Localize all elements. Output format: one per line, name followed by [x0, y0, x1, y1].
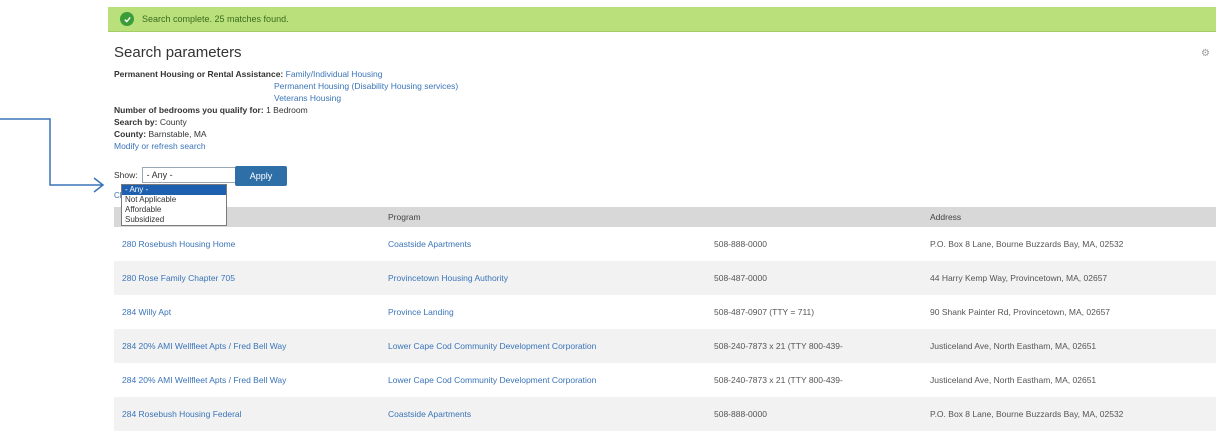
dropdown-option[interactable]: Subsidized	[122, 215, 226, 225]
table-row: 284 Rosebush Housing Federal Coastside A…	[114, 397, 1216, 431]
banner-message: Search complete. 25 matches found.	[142, 14, 289, 24]
cell-program-link[interactable]: Lower Cape Cod Community Development Cor…	[380, 329, 706, 363]
check-circle-icon	[120, 12, 134, 26]
table-row: 284 20% AMI Wellfleet Apts / Fred Bell W…	[114, 329, 1216, 363]
cell-address: 44 Harry Kemp Way, Provincetown, MA, 026…	[922, 261, 1216, 295]
cell-name-link[interactable]: 284 20% AMI Wellfleet Apts / Fred Bell W…	[114, 329, 380, 363]
results-table: Name Program Address 280 Rosebush Housin…	[114, 207, 1216, 431]
table-row: 284 20% AMI Wellfleet Apts / Fred Bell W…	[114, 363, 1216, 397]
settings-icon[interactable]: ⚙	[1201, 48, 1210, 59]
apply-button[interactable]: Apply	[235, 166, 287, 186]
table-header-row: Name Program Address	[114, 207, 1216, 227]
show-dropdown-list: - Any - Not Applicable Affordable Subsid…	[121, 184, 227, 226]
searchby-label: Search by:	[114, 117, 158, 127]
cell-phone: 508-487-0907 (TTY = 711)	[714, 307, 815, 317]
cell-name-link[interactable]: 284 Rosebush Housing Federal	[114, 397, 380, 431]
cell-phone: 508-487-0000	[706, 261, 922, 295]
cell-name-link[interactable]: 280 Rosebush Housing Home	[114, 227, 380, 261]
cell-name-link[interactable]: 280 Rose Family Chapter 705	[114, 261, 380, 295]
dropdown-option[interactable]: - Any -	[122, 185, 226, 195]
show-label: Show:	[114, 170, 138, 180]
show-filter: Show: - Any - ▼	[114, 167, 252, 183]
housing-value-link[interactable]: Permanent Housing (Disability Housing se…	[114, 80, 458, 92]
cell-phone: 508-240-7873 x 21 (TTY 800-439-	[706, 329, 922, 363]
cell-program-link[interactable]: Coastside Apartments	[380, 397, 706, 431]
cell-address: Justiceland Ave, North Eastham, MA, 0265…	[930, 375, 1097, 385]
county-value: Barnstable, MA	[148, 129, 207, 139]
page-title: Search parameters	[114, 44, 242, 61]
modify-search-link[interactable]: Modify or refresh search	[114, 141, 206, 151]
table-row: 284 Willy Apt Province Landing 508-487-0…	[114, 295, 1216, 329]
housing-value-link[interactable]: Veterans Housing	[114, 92, 458, 104]
table-row: 280 Rosebush Housing Home Coastside Apar…	[114, 227, 1216, 261]
search-parameters: Permanent Housing or Rental Assistance: …	[114, 68, 458, 152]
column-header-phone	[706, 207, 922, 227]
dropdown-option[interactable]: Not Applicable	[122, 195, 226, 205]
column-header-address[interactable]: Address	[922, 207, 1216, 227]
cell-phone: 508-888-0000	[706, 397, 922, 431]
bedrooms-value: 1 Bedroom	[266, 105, 308, 115]
cell-address: P.O. Box 8 Lane, Bourne Buzzards Bay, MA…	[922, 397, 1216, 431]
cell-name-link[interactable]: 284 20% AMI Wellfleet Apts / Fred Bell W…	[114, 363, 380, 397]
cell-program-link[interactable]: Coastside Apartments	[380, 227, 706, 261]
cell-program-link[interactable]: Lower Cape Cod Community Development Cor…	[380, 363, 706, 397]
cell-address: Justiceland Ave, North Eastham, MA, 0265…	[922, 329, 1216, 363]
cell-phone: 508-240-7873 x 21 (TTY 800-439-	[714, 375, 843, 385]
bedrooms-label: Number of bedrooms you qualify for:	[114, 105, 264, 115]
housing-value-link[interactable]: Family/Individual Housing	[286, 69, 383, 79]
table-row: 280 Rose Family Chapter 705 Provincetown…	[114, 261, 1216, 295]
cell-address: P.O. Box 8 Lane, Bourne Buzzards Bay, MA…	[930, 239, 1124, 249]
cell-program-link[interactable]: Province Landing	[380, 295, 706, 329]
column-header-program[interactable]: Program	[380, 207, 706, 227]
cell-program-link[interactable]: Provincetown Housing Authority	[380, 261, 706, 295]
county-label: County:	[114, 129, 147, 139]
cell-phone: 508-888-0000	[714, 239, 767, 249]
cell-address: 90 Shank Painter Rd, Provincetown, MA, 0…	[930, 307, 1111, 317]
searchby-value: County	[159, 117, 187, 127]
show-select-value: - Any -	[146, 170, 173, 180]
success-banner: Search complete. 25 matches found.	[108, 7, 1216, 32]
dropdown-option[interactable]: Affordable	[122, 205, 226, 215]
cell-name-link[interactable]: 284 Willy Apt	[114, 295, 380, 329]
housing-label: Permanent Housing or Rental Assistance:	[114, 69, 284, 79]
